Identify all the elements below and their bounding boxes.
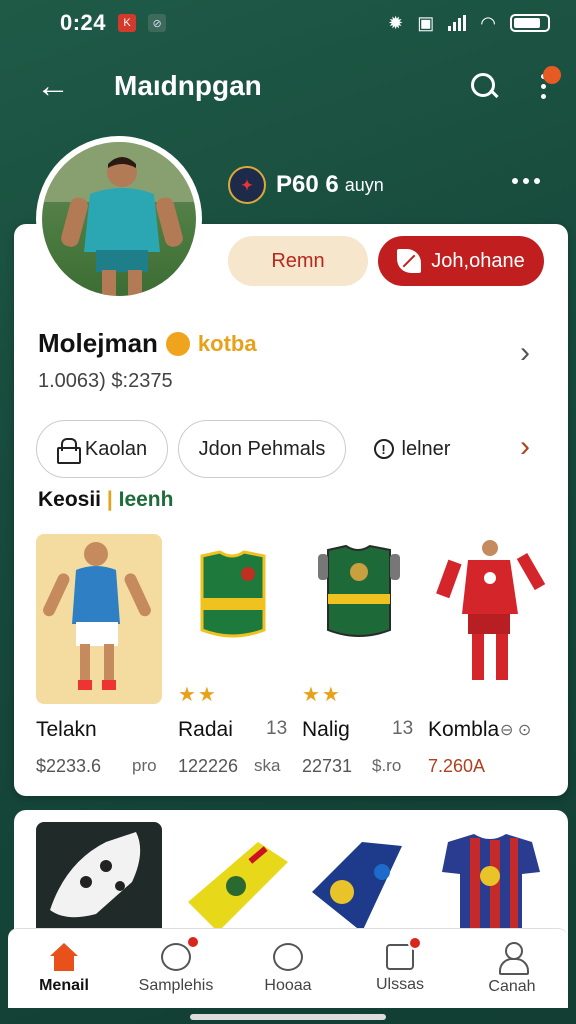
page-title: Maıdnpgan	[114, 70, 262, 101]
player-photo	[42, 142, 196, 296]
info-icon: !	[373, 439, 394, 459]
profile-stats: 1.0063) $:2375	[38, 370, 173, 392]
product-price: 7.260A	[428, 756, 486, 776]
remn-button[interactable]: Remn	[228, 236, 368, 286]
product-card[interactable]: Telakn $2233.6 pro	[36, 534, 166, 776]
product-card[interactable]: ★★ Nalig 13 22731 $.ro	[302, 534, 432, 776]
nav-item-profile[interactable]: Canah	[462, 941, 562, 996]
product-name: Radai	[178, 718, 233, 741]
rating-stars: ★★	[178, 684, 218, 706]
chip-jdon-pehmals[interactable]: Jdon Pehmals	[178, 420, 346, 478]
product-image	[428, 534, 554, 704]
nav-label: Samplehis	[138, 976, 214, 994]
product-card[interactable]: ★★ Radai 13 122226 ska	[178, 534, 308, 776]
profile-name: Molejman	[38, 328, 158, 358]
search-icon[interactable]	[469, 71, 499, 101]
product-count: 13	[266, 718, 288, 739]
product-count: 13	[392, 718, 414, 739]
more-options-icon[interactable]	[541, 65, 561, 99]
product-unit: $.ro	[372, 756, 402, 775]
join-button[interactable]: Joh,ohane	[378, 236, 544, 286]
product-image-bag[interactable]	[302, 822, 428, 942]
join-button-label: Joh,ohane	[431, 249, 525, 272]
status-time: 0:24	[60, 10, 107, 35]
profile-name-row: Molejman kotba	[38, 328, 257, 359]
club-subtitle: auyn	[344, 174, 384, 195]
product-unit: ska	[254, 756, 281, 775]
back-arrow-icon[interactable]: ←	[36, 67, 76, 106]
product-image-scarf[interactable]	[178, 822, 304, 942]
chip-label: Kaolan	[84, 437, 148, 460]
product-name: Telakn	[36, 718, 97, 741]
club-info[interactable]: ✦ P60 6 auyn	[228, 166, 384, 204]
product-image	[302, 534, 428, 704]
app-notification-icon: K	[118, 14, 137, 32]
nav-label: Ulssas	[375, 975, 424, 993]
chip-label: Jdon Pehmals	[198, 437, 326, 460]
product-name: Nalig	[302, 718, 350, 741]
bottom-navigation: Menail Samplehis Hooaa Ulssas Canah	[8, 928, 568, 1008]
settings-status-icon: ✹	[388, 12, 404, 33]
home-indicator[interactable]	[190, 1014, 386, 1020]
product-price: $2233.6	[36, 756, 102, 776]
chat-icon	[161, 942, 191, 971]
chip-kaolan[interactable]: Kaolan	[36, 420, 168, 478]
wifi-icon: ◠	[480, 12, 496, 33]
section-title-right: Ieenh	[118, 488, 174, 511]
section-title-left: Keosii	[38, 488, 102, 511]
nav-label: Canah	[488, 977, 536, 995]
section-title: Keosii | Ieenh	[38, 488, 173, 512]
status-bar: 0:24 K ⊘ ✹ ▣ ◠	[0, 0, 576, 46]
product-name: Kombla	[428, 718, 500, 741]
nav-label: Menail	[39, 976, 89, 994]
product-price: 122226	[178, 756, 239, 776]
profile-card: Remn Joh,ohane Molejman kotba 1.0063) $:…	[14, 224, 568, 796]
leaf-icon	[397, 249, 422, 273]
club-logo-icon: ✦	[228, 166, 266, 204]
product-image	[178, 534, 304, 704]
product-card[interactable]: Kombla ⊖ ⊙ 7.260A	[428, 534, 558, 776]
sim-icon: ▣	[417, 12, 435, 33]
signal-icon	[448, 15, 467, 31]
chevron-right-icon[interactable]: ›	[520, 336, 530, 370]
lock-icon	[56, 438, 81, 464]
badge-text: kotba	[197, 330, 257, 356]
notification-dot	[543, 65, 561, 84]
badge-icon	[165, 331, 190, 356]
user-icon	[497, 941, 529, 975]
pin-icon	[273, 942, 303, 971]
app-notification-icon: ⊘	[148, 14, 167, 32]
nav-item-home[interactable]: Menail	[14, 942, 114, 995]
club-name: P60 6	[276, 171, 339, 198]
more-horizontal-icon[interactable]	[512, 178, 540, 184]
notification-badge	[186, 934, 200, 949]
product-unit: pro	[132, 756, 157, 775]
avatar[interactable]	[36, 136, 202, 302]
product-price: 22731	[302, 756, 353, 776]
notification-badge	[408, 935, 422, 950]
home-icon	[49, 942, 79, 971]
compare-icon[interactable]: ⊖ ⊙	[500, 720, 531, 740]
product-image-boot[interactable]	[36, 822, 162, 942]
nav-item-chat[interactable]: Samplehis	[126, 934, 226, 995]
chip-label: lelner	[401, 437, 451, 460]
app-bar: ← Maıdnpgan	[0, 56, 576, 116]
battery-icon	[510, 14, 550, 32]
product-image	[36, 534, 162, 704]
nav-item-messages[interactable]: Ulssas	[350, 935, 450, 994]
product-image-jersey[interactable]	[428, 822, 554, 942]
section-title-separator: |	[106, 488, 113, 511]
chip-lelner[interactable]: ! lelner	[358, 420, 466, 478]
chevron-right-icon[interactable]: ›	[520, 430, 530, 464]
rating-stars: ★★	[302, 684, 342, 706]
nav-item-pin[interactable]: Hooaa	[238, 942, 338, 995]
nav-label: Hooaa	[264, 976, 312, 994]
